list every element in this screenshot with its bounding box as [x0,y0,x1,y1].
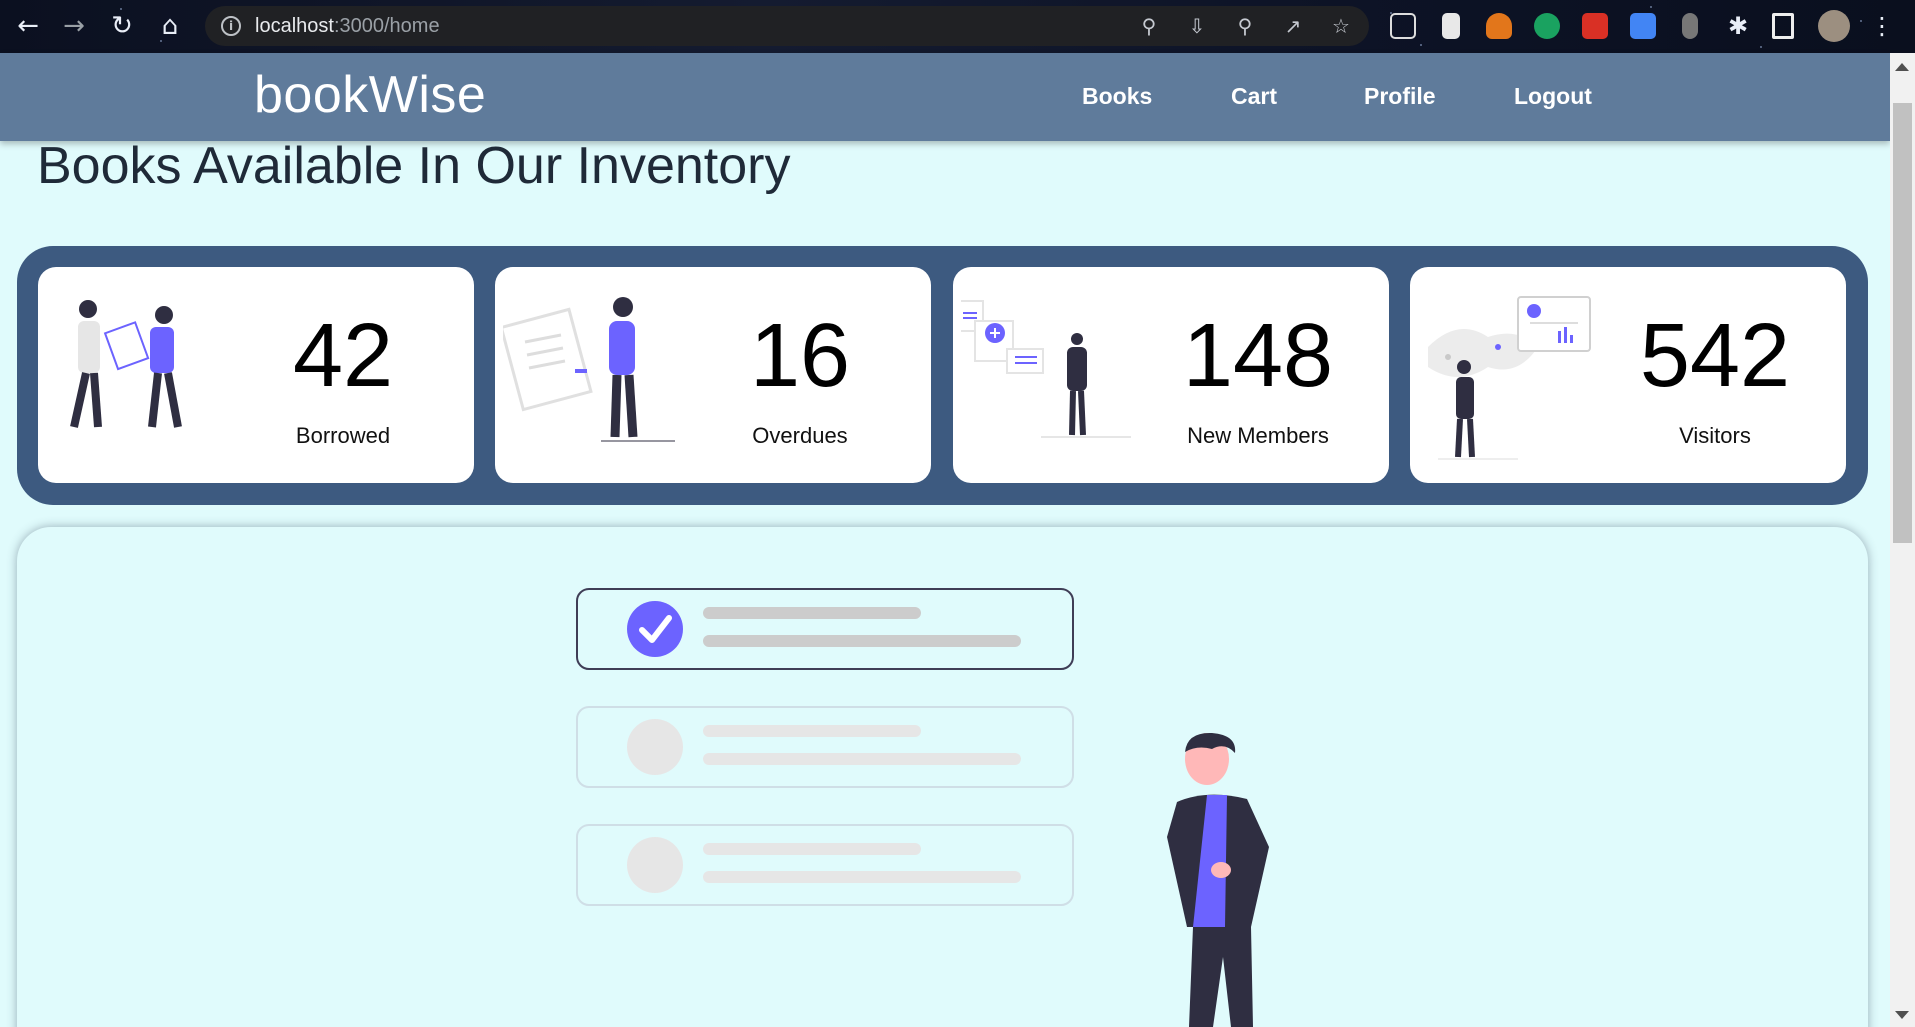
stat-label: New Members [1187,423,1329,448]
back-icon[interactable]: ← [12,10,44,42]
stat-value: 16 [749,306,851,406]
zoom-icon[interactable]: ⚲ [1233,14,1257,38]
nav-link-books[interactable]: Books [1082,83,1152,110]
site-info-icon[interactable]: i [221,16,241,36]
bookmark-star-icon[interactable]: ☆ [1329,14,1353,38]
brand-logo[interactable]: bookWise [254,65,486,125]
avatar[interactable] [1818,10,1850,42]
page-title: Books Available In Our Inventory [37,137,791,195]
stats-panel: 42 Borrowed 16 Overdues 148 New Members … [17,246,1868,505]
page-scrollbar[interactable] [1890,53,1915,1027]
stat-label: Borrowed [295,423,391,448]
menu-kebab-icon[interactable]: ⋮ [1866,10,1898,42]
extension-icon[interactable] [1582,13,1608,39]
url-path: :3000/home [333,15,440,37]
nav-link-logout[interactable]: Logout [1514,83,1592,110]
nav-link-profile[interactable]: Profile [1364,83,1436,110]
scroll-down-icon[interactable] [1895,1011,1909,1019]
extension-icon[interactable] [1390,13,1416,39]
stat-card-borrowed: 42 Borrowed [38,267,474,483]
install-app-icon[interactable]: ⇩ [1185,14,1209,38]
extension-icon[interactable] [1682,13,1698,39]
share-icon[interactable]: ↗ [1281,14,1305,38]
address-bar[interactable]: i localhost:3000/home ⚲ ⇩ ⚲ ↗ ☆ [205,6,1369,46]
stat-label: Visitors [1679,423,1751,448]
person-with-document-icon [503,297,675,442]
person-viewing-world-map-icon [1428,296,1591,460]
stat-value: 42 [292,306,394,406]
scrollbar-thumb[interactable] [1893,103,1912,543]
navbar: bookWise Books Cart Profile Logout [0,53,1890,141]
extensions-puzzle-icon[interactable]: ✱ [1722,10,1754,42]
extension-icon[interactable] [1534,13,1560,39]
scroll-up-icon[interactable] [1895,63,1909,71]
checklist-illustration [576,588,1269,1027]
person-adding-members-icon [961,300,1131,438]
password-key-icon[interactable]: ⚲ [1137,14,1161,38]
stat-card-overdues: 16 Overdues [495,267,931,483]
reload-icon[interactable]: ↻ [106,10,138,42]
stat-value: 148 [1182,306,1334,406]
extension-icon[interactable] [1442,13,1460,39]
nav-link-cart[interactable]: Cart [1231,83,1277,110]
stat-label: Overdues [752,423,848,448]
browser-toolbar: ← → ↻ ⌂ i localhost:3000/home ⚲ ⇩ ⚲ ↗ ☆ … [0,0,1915,53]
stat-value: 542 [1639,306,1791,406]
home-icon[interactable]: ⌂ [154,10,186,42]
google-translate-icon[interactable] [1630,13,1656,39]
people-exchanging-document-icon [70,300,182,428]
stat-card-visitors: 542 Visitors [1410,267,1846,483]
forward-icon[interactable]: → [58,10,90,42]
metamask-fox-icon[interactable] [1486,13,1512,39]
stat-card-new-members: 148 New Members [953,267,1389,483]
url-text[interactable]: localhost:3000/home [255,15,440,38]
url-host: localhost [255,15,334,37]
hero-illustration-section [17,527,1868,1027]
side-panel-icon[interactable] [1772,13,1794,39]
